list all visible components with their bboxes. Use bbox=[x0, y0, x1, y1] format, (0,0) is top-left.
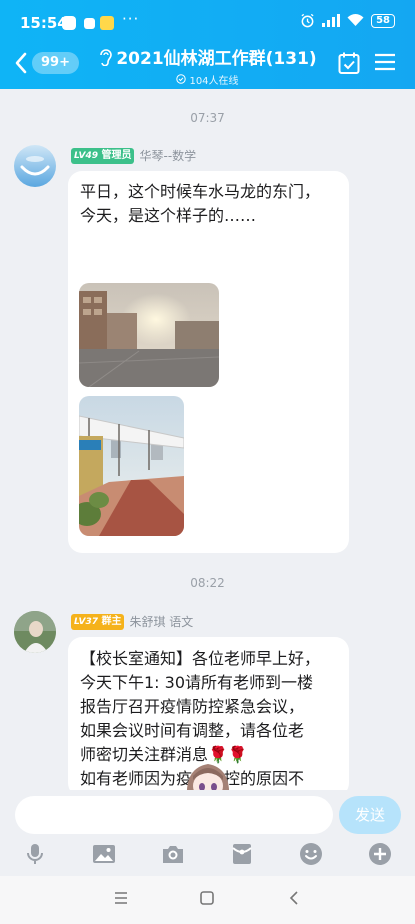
system-navigation-bar bbox=[0, 876, 415, 924]
message-notification-icon bbox=[84, 18, 95, 29]
chat-title-area[interactable]: 2021仙林湖工作群(131) 104人在线 bbox=[80, 44, 335, 87]
level-text: LV49 bbox=[74, 150, 98, 161]
avatar-smile-image bbox=[14, 145, 56, 187]
avatar[interactable] bbox=[14, 145, 56, 187]
chat-title: 2021仙林湖工作群(131) bbox=[116, 49, 317, 69]
role-text: 管理员 bbox=[101, 149, 132, 161]
send-button[interactable]: 发送 bbox=[339, 796, 401, 834]
app-notification-icon bbox=[62, 16, 76, 30]
recent-apps-icon[interactable] bbox=[114, 891, 128, 905]
photo-image bbox=[79, 396, 184, 536]
online-count: 104人在线 bbox=[189, 75, 239, 87]
message-line: 【校长室通知】各位老师早上好， bbox=[80, 649, 321, 668]
role-text: 群主 bbox=[101, 615, 122, 627]
status-bar: 15:54 ··· 58 bbox=[0, 0, 415, 40]
signal-icon bbox=[322, 14, 341, 27]
ear-icon bbox=[100, 48, 113, 66]
calendar-check-icon[interactable] bbox=[338, 51, 360, 75]
alarm-icon bbox=[301, 13, 314, 28]
sender-name: 华琴--数学 bbox=[139, 149, 197, 163]
emoji-icon[interactable] bbox=[299, 842, 323, 866]
status-icons: 58 bbox=[300, 13, 395, 28]
message-line: 今天，是这个样子的…… bbox=[80, 206, 257, 225]
level-badge: LV49 管理员 bbox=[71, 147, 135, 164]
message-timestamp: 08:22 bbox=[190, 576, 225, 590]
online-check-icon bbox=[176, 74, 187, 84]
photo-canopy-walkway[interactable] bbox=[79, 396, 184, 536]
message-text: 平日，这个时候车水马龙的东门， 今天，是这个样子的…… bbox=[80, 180, 320, 228]
plus-icon[interactable] bbox=[368, 842, 392, 866]
camera-icon[interactable] bbox=[161, 842, 185, 866]
message-input[interactable] bbox=[15, 796, 333, 834]
status-time: 15:54 bbox=[20, 14, 68, 32]
photo-image bbox=[79, 283, 219, 387]
message-line: 报告厅召开疫情防控紧急会议， bbox=[80, 697, 305, 716]
home-icon[interactable] bbox=[200, 891, 214, 905]
red-packet-icon[interactable] bbox=[230, 842, 254, 866]
mic-icon[interactable] bbox=[23, 842, 47, 866]
back-nav-icon[interactable] bbox=[288, 891, 300, 905]
app-notification-icon-2 bbox=[100, 16, 114, 30]
message-line: 如果会议时间有调整，请各位老 bbox=[80, 721, 305, 740]
menu-icon[interactable] bbox=[375, 53, 395, 71]
chevron-left-icon bbox=[15, 52, 27, 74]
level-badge: LV37 群主 bbox=[71, 613, 125, 630]
composer-bar: 发送 bbox=[0, 790, 415, 876]
level-text: LV37 bbox=[74, 616, 98, 627]
more-notifications: ··· bbox=[122, 10, 140, 28]
sender-meta: LV49 管理员 华琴--数学 bbox=[71, 147, 196, 164]
sender-name: 朱舒琪 语文 bbox=[129, 615, 194, 629]
image-icon[interactable] bbox=[92, 842, 116, 866]
message-line: 今天下午1: 30请所有老师到一楼 bbox=[80, 673, 314, 692]
photo-east-gate[interactable] bbox=[79, 283, 219, 387]
avatar-portrait-image bbox=[14, 611, 56, 653]
back-button[interactable]: 99+ bbox=[14, 50, 79, 76]
message-line: 平日，这个时候车水马龙的东门， bbox=[80, 182, 321, 201]
sender-meta: LV37 群主 朱舒琪 语文 bbox=[71, 613, 193, 630]
avatar[interactable] bbox=[14, 611, 56, 653]
chat-header: 15:54 ··· 58 99+ 2021仙林湖工作群(131) 104人在线 bbox=[0, 0, 415, 89]
battery-indicator: 58 bbox=[371, 13, 395, 28]
unread-badge: 99+ bbox=[32, 52, 79, 74]
message-timestamp: 07:37 bbox=[190, 111, 225, 125]
wifi-icon bbox=[347, 14, 364, 26]
